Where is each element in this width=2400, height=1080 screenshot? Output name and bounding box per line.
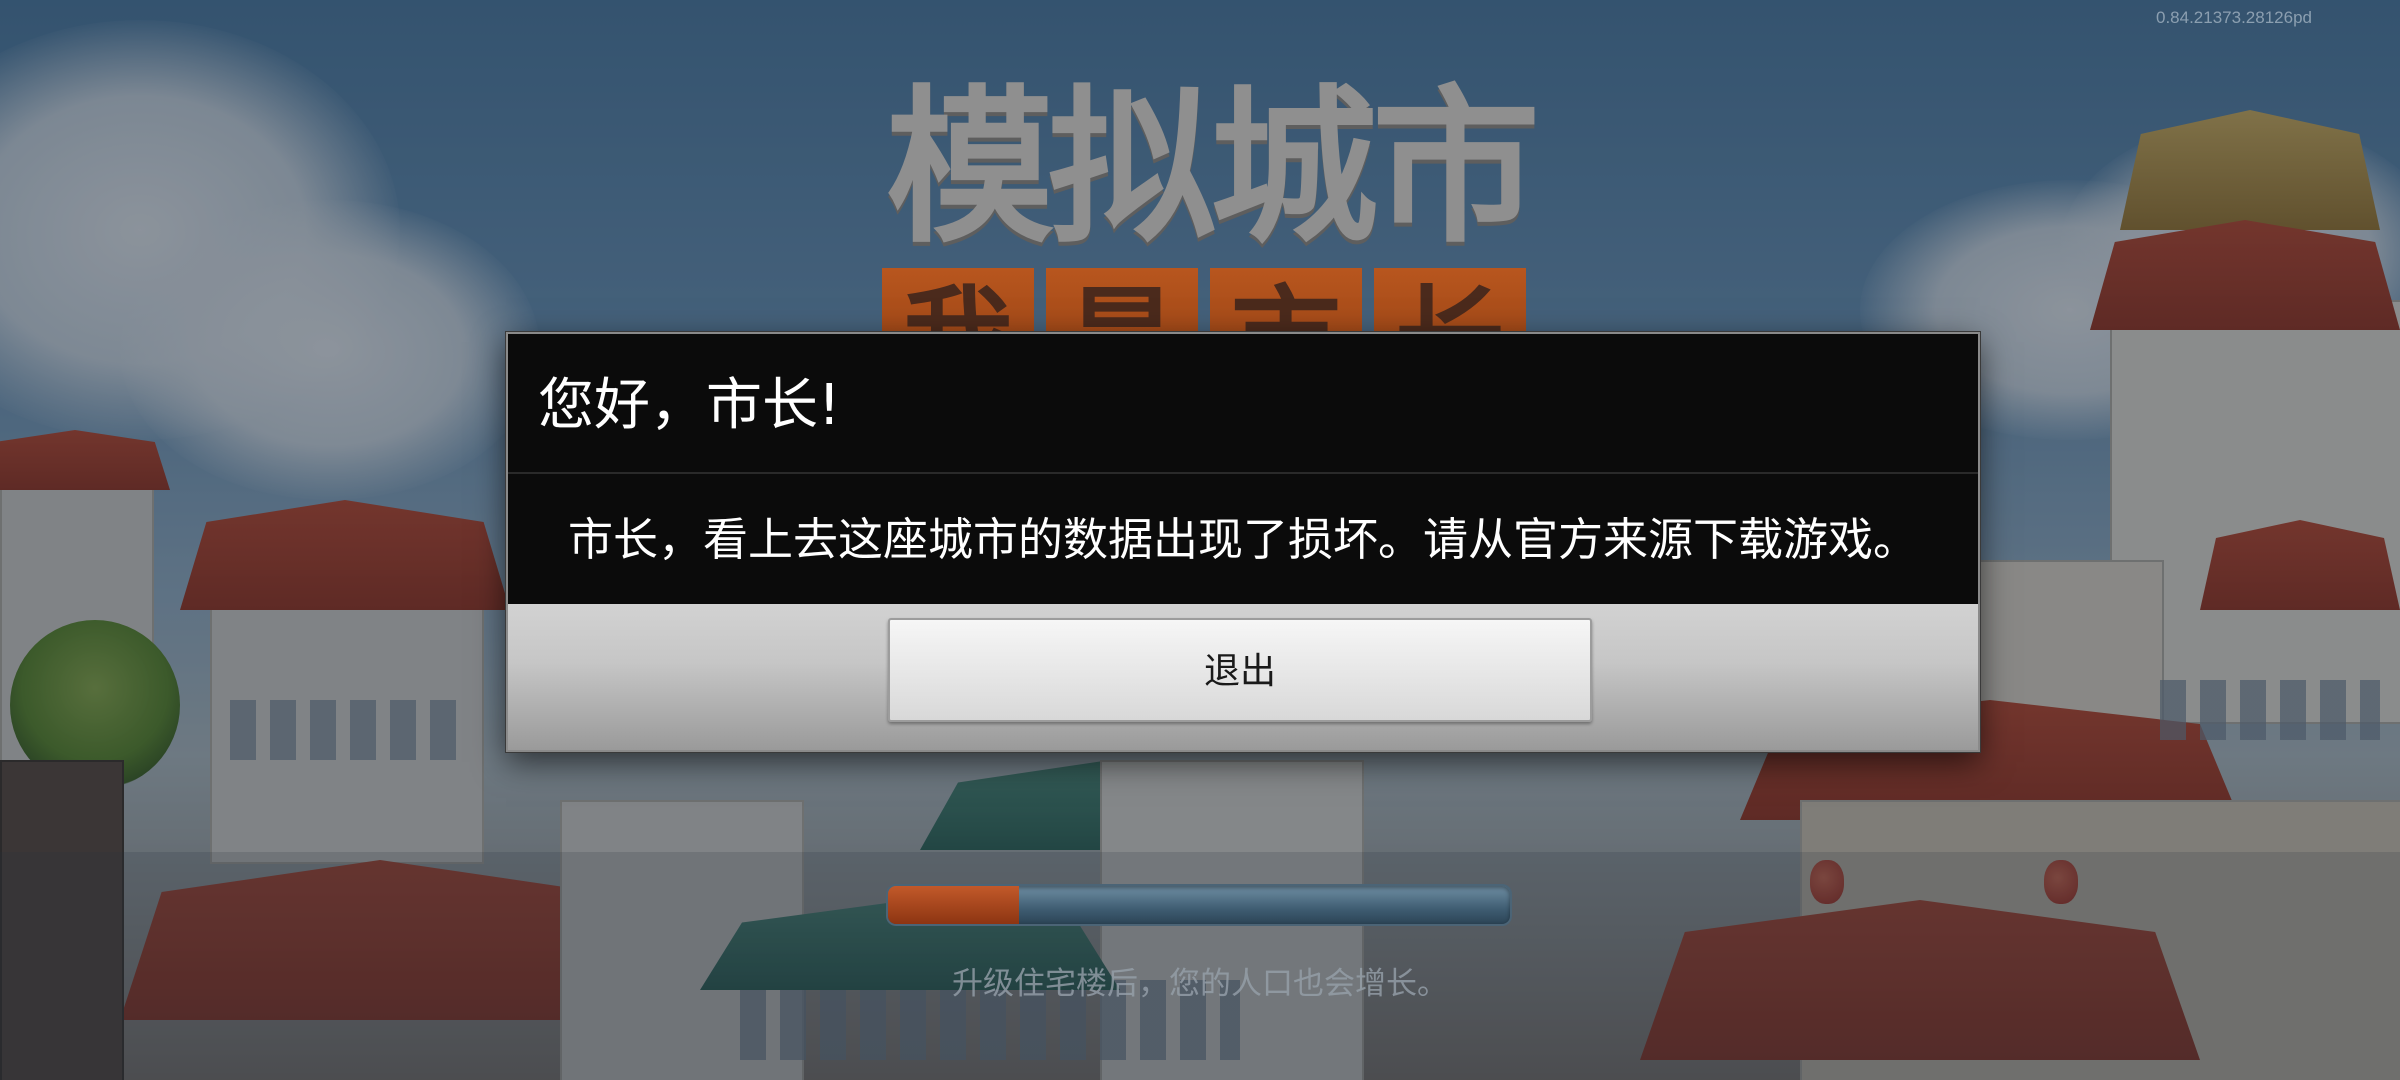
loading-progress-fill [888, 886, 1019, 924]
loading-progress-bar [886, 884, 1512, 926]
version-label: 0.84.21373.28126pd [2156, 8, 2312, 27]
error-dialog: 您好，市长! 市长，看上去这座城市的数据出现了损坏。请从官方来源下载游戏。 退出 [506, 332, 1980, 752]
dialog-header: 您好，市长! [508, 334, 1978, 474]
dialog-title: 您好，市长! [538, 373, 841, 438]
loading-tip: 升级住宅楼后，您的人口也会增长。 [952, 966, 1448, 1002]
dialog-body: 市长，看上去这座城市的数据出现了损坏。请从官方来源下载游戏。 [508, 474, 1978, 604]
dialog-footer: 退出 [508, 604, 1978, 750]
game-screen: 0.84.21373.28126pd 模拟城市 我 是 市 长 升级住宅楼后，您… [0, 0, 2400, 1080]
game-title-logo: 模拟城市 [886, 70, 1540, 266]
dialog-message: 市长，看上去这座城市的数据出现了损坏。请从官方来源下载游戏。 [567, 513, 1918, 566]
exit-button[interactable]: 退出 [888, 618, 1592, 722]
